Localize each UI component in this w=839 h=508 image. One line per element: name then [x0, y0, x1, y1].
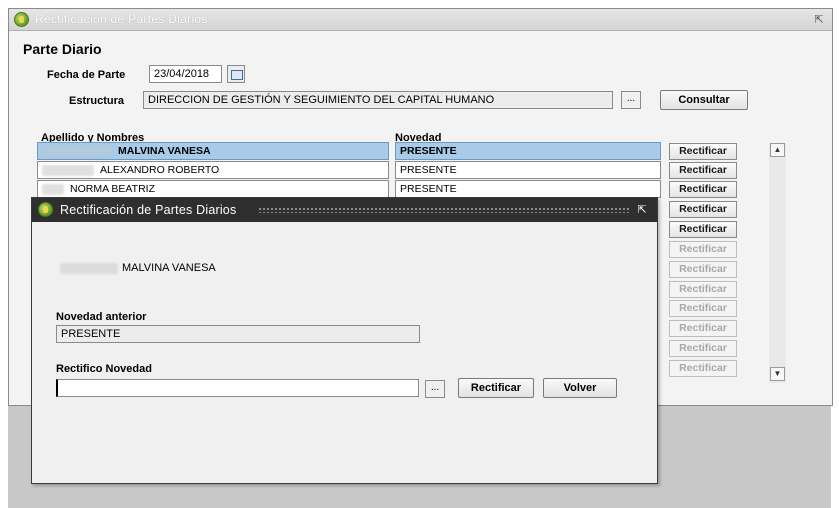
rectificar-row-button[interactable]: Rectificar — [669, 241, 737, 258]
rectificacion-dialog: Rectificación de Partes Diarios ⇱ MALVIN… — [31, 197, 658, 484]
rectificar-row-button[interactable]: Rectificar — [669, 340, 737, 357]
novedad-anterior-label: Novedad anterior — [56, 311, 147, 323]
rectificar-button[interactable]: Rectificar — [458, 378, 534, 398]
dialog-title: Rectificación de Partes Diarios — [60, 203, 237, 217]
fecha-field[interactable]: 23/04/2018 — [149, 65, 222, 83]
redacted-surname — [42, 164, 94, 176]
rectificar-row-button[interactable]: Rectificar — [669, 300, 737, 317]
novedad-anterior-field: PRESENTE — [56, 325, 420, 343]
table-row-novedad[interactable]: PRESENTE — [395, 142, 661, 160]
main-window-title: Rectificación de Partes Diarios — [35, 12, 208, 26]
redacted-surname — [42, 145, 112, 157]
titlebar-grip — [258, 207, 630, 213]
person-name-text: MALVINA VANESA — [122, 262, 216, 274]
person-name-display: MALVINA VANESA — [60, 262, 216, 274]
maximize-icon[interactable]: ⇱ — [635, 203, 649, 217]
table-row-name[interactable]: ALEXANDRO ROBERTO — [37, 161, 389, 179]
rectificar-row-button[interactable]: Rectificar — [669, 221, 737, 238]
app-leaf-icon — [14, 12, 29, 27]
rectificar-row-button[interactable]: Rectificar — [669, 261, 737, 278]
dialog-titlebar: Rectificación de Partes Diarios ⇱ — [32, 198, 657, 222]
table-row-name[interactable]: NORMA BEATRIZ — [37, 180, 389, 198]
rectificar-row-button[interactable]: Rectificar — [669, 320, 737, 337]
table-row-novedad[interactable]: PRESENTE — [395, 180, 661, 198]
rectifico-novedad-input[interactable] — [56, 379, 419, 397]
maximize-icon[interactable]: ⇱ — [812, 13, 826, 27]
estructura-lov-button[interactable]: ... — [621, 91, 641, 109]
rectifico-novedad-label: Rectifico Novedad — [56, 363, 152, 375]
rectificar-row-button[interactable]: Rectificar — [669, 201, 737, 218]
consultar-button[interactable]: Consultar — [660, 90, 748, 110]
rectificar-row-button[interactable]: Rectificar — [669, 143, 737, 160]
rectifico-lov-button[interactable]: ... — [425, 380, 445, 398]
vertical-scrollbar[interactable]: ▲ ▼ — [769, 143, 786, 383]
rectificar-row-button[interactable]: Rectificar — [669, 360, 737, 377]
app-leaf-icon — [38, 202, 53, 217]
table-row-novedad[interactable]: PRESENTE — [395, 161, 661, 179]
fecha-label: Fecha de Parte — [47, 69, 126, 81]
estructura-label: Estructura — [69, 95, 125, 107]
volver-button[interactable]: Volver — [543, 378, 617, 398]
redacted-surname — [42, 183, 64, 195]
redacted-surname — [60, 262, 118, 274]
section-title: Parte Diario — [23, 41, 102, 57]
scroll-up-icon[interactable]: ▲ — [770, 143, 785, 157]
table-row-name[interactable]: MALVINA VANESA — [37, 142, 389, 160]
row-name-text: NORMA BEATRIZ — [70, 183, 155, 195]
scroll-down-icon[interactable]: ▼ — [770, 367, 785, 381]
main-titlebar: Rectificación de Partes Diarios ⇱ — [9, 9, 832, 31]
row-name-text: ALEXANDRO ROBERTO — [100, 164, 220, 176]
row-name-text: MALVINA VANESA — [118, 145, 211, 157]
rectificar-row-button[interactable]: Rectificar — [669, 162, 737, 179]
calendar-icon[interactable] — [227, 65, 245, 83]
rectificar-row-button[interactable]: Rectificar — [669, 281, 737, 298]
rectificar-row-button[interactable]: Rectificar — [669, 181, 737, 198]
estructura-field[interactable]: DIRECCION DE GESTIÓN Y SEGUIMIENTO DEL C… — [143, 91, 613, 109]
